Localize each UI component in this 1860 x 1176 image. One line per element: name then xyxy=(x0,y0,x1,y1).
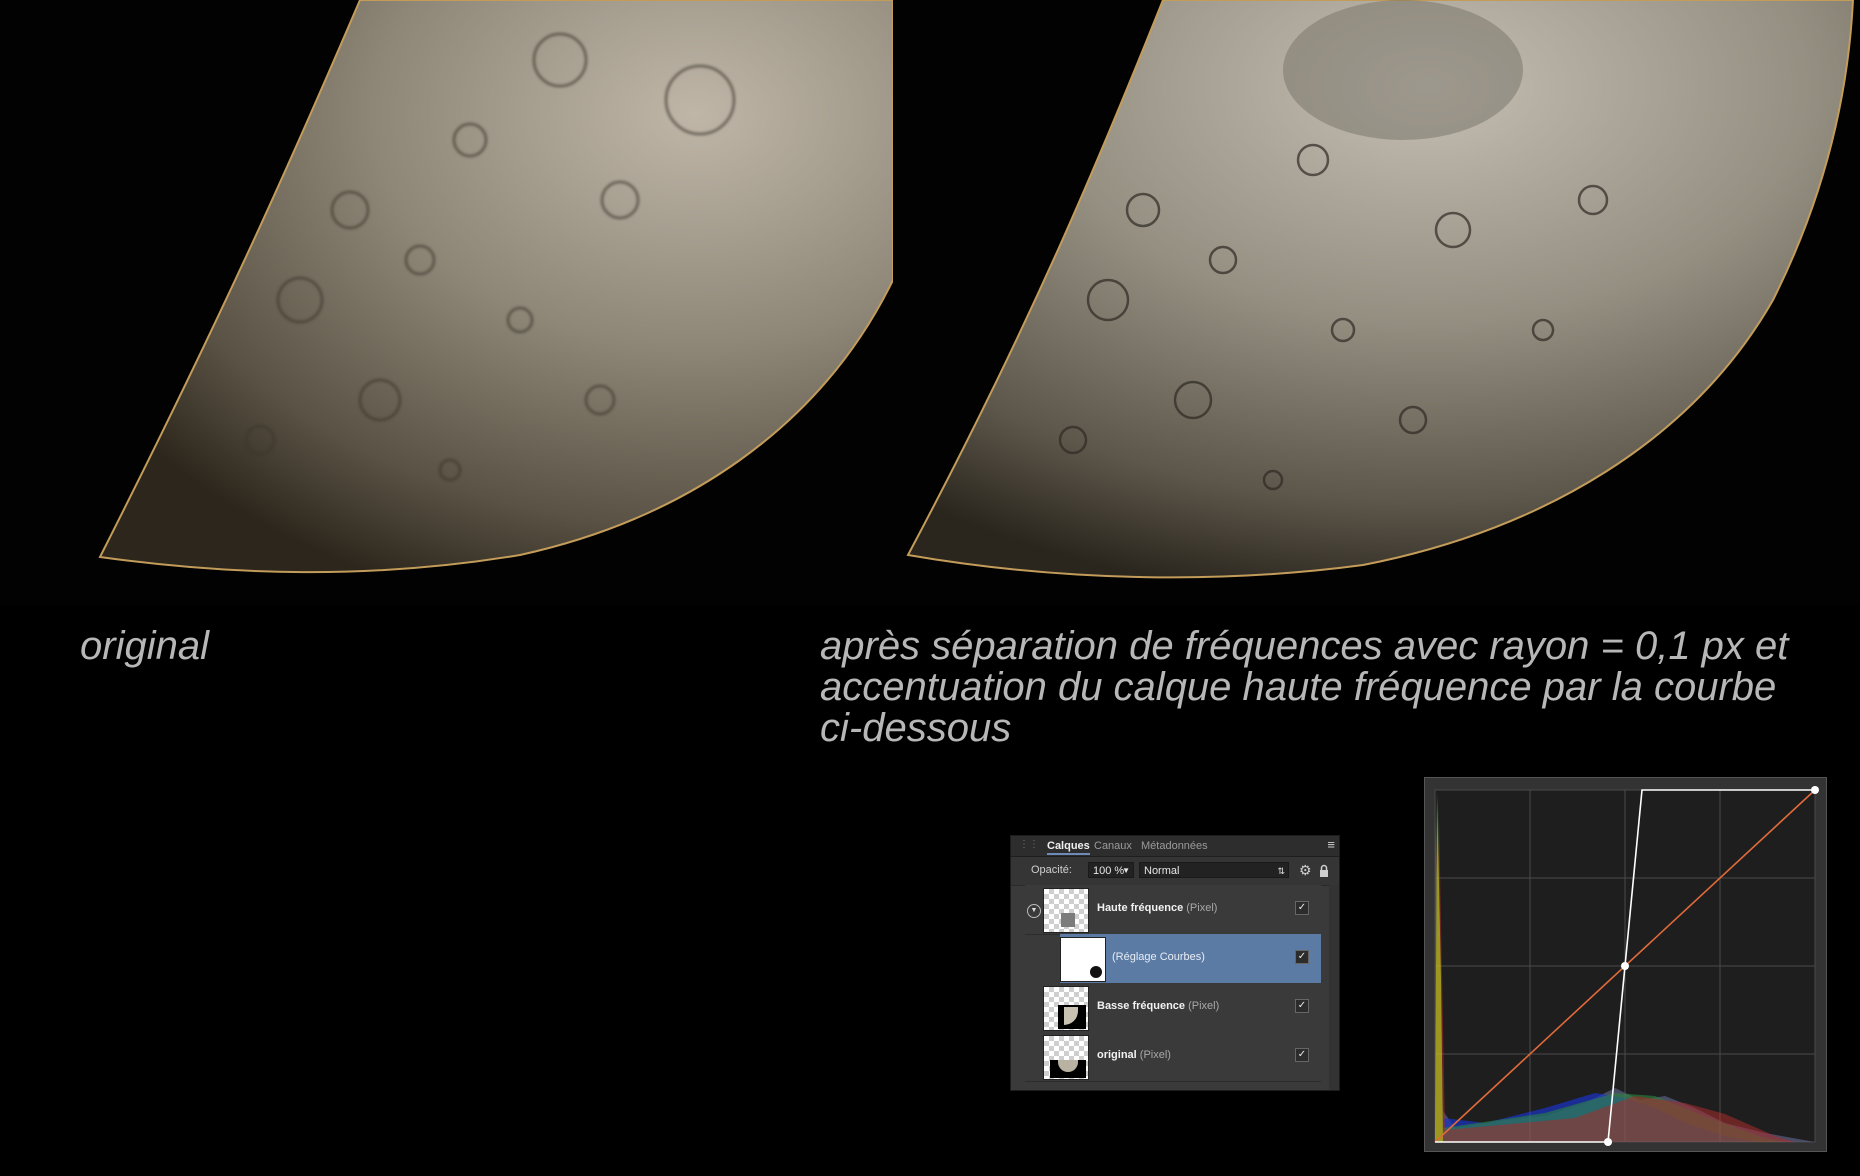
lock-icon[interactable] xyxy=(1318,864,1330,878)
visibility-checkbox[interactable]: ✓ xyxy=(1295,1048,1309,1062)
opacity-row: Opacité: 100 % ▼ Normal ⇅ ⚙ xyxy=(1011,857,1339,886)
layer-row-haute-frequence[interactable]: ▼ Haute fréquence (Pixel) ✓ xyxy=(1025,885,1321,935)
layer-thumbnail xyxy=(1043,1035,1089,1080)
updown-icon: ⇅ xyxy=(1277,866,1285,876)
curve-point[interactable] xyxy=(1604,1138,1612,1146)
moon-photo-processed xyxy=(893,0,1860,605)
caption-processed: après séparation de fréquences avec rayo… xyxy=(820,626,1788,749)
chevron-down-icon: ▼ xyxy=(1122,866,1130,875)
curve-point[interactable] xyxy=(1811,786,1819,794)
panel-tabs: ⋮⋮ Calques Canaux Métadonnées ≡ xyxy=(1011,836,1339,857)
blend-mode-select[interactable]: Normal ⇅ xyxy=(1139,862,1289,878)
layer-row-basse-frequence[interactable]: Basse fréquence (Pixel) ✓ xyxy=(1025,983,1321,1033)
curves-graph[interactable] xyxy=(1425,778,1826,1151)
opacity-label: Opacité: xyxy=(1031,864,1072,876)
grip-icon[interactable]: ⋮⋮ xyxy=(1019,839,1039,850)
layer-name: (Réglage Courbes) xyxy=(1112,951,1205,963)
opacity-value: 100 % xyxy=(1093,865,1125,877)
tab-calques[interactable]: Calques xyxy=(1047,840,1090,855)
layer-label: Haute fréquence xyxy=(1097,902,1184,914)
layer-type: (Pixel) xyxy=(1186,902,1218,914)
caption-line: ci-dessous xyxy=(820,706,1012,750)
curve-point[interactable] xyxy=(1621,962,1629,970)
layer-type: (Pixel) xyxy=(1188,1000,1220,1012)
layer-name: Haute fréquence (Pixel) xyxy=(1097,902,1217,914)
scrollbar[interactable] xyxy=(1329,885,1339,1090)
caption-line: accentuation du calque haute fréquence p… xyxy=(820,665,1777,709)
visibility-checkbox[interactable]: ✓ xyxy=(1295,950,1309,964)
layer-label: (Réglage Courbes) xyxy=(1112,951,1205,963)
caption-line: après séparation de fréquences avec rayo… xyxy=(820,624,1789,668)
visibility-checkbox[interactable]: ✓ xyxy=(1295,999,1309,1013)
gear-icon[interactable]: ⚙ xyxy=(1299,862,1312,879)
tab-canaux[interactable]: Canaux xyxy=(1094,840,1132,852)
tab-metadonnees[interactable]: Métadonnées xyxy=(1141,840,1208,852)
layer-name: Basse fréquence (Pixel) xyxy=(1097,1000,1219,1012)
moon-photo-original xyxy=(0,0,893,605)
layer-name: original (Pixel) xyxy=(1097,1049,1171,1061)
expand-icon[interactable]: ▼ xyxy=(1027,904,1041,918)
layer-row-reglage-courbes[interactable]: (Réglage Courbes) ✓ xyxy=(1060,934,1321,984)
blend-mode-value: Normal xyxy=(1144,865,1180,877)
layer-row-original[interactable]: original (Pixel) ✓ xyxy=(1025,1032,1321,1082)
panel-menu-icon[interactable]: ≡ xyxy=(1327,837,1335,852)
layer-thumbnail xyxy=(1043,888,1089,933)
layer-label: Basse fréquence xyxy=(1097,1000,1186,1012)
layer-thumbnail xyxy=(1043,986,1089,1031)
caption-original: original xyxy=(80,624,209,668)
layer-thumbnail xyxy=(1060,937,1106,982)
layer-label: original xyxy=(1097,1049,1137,1061)
layers-panel: ⋮⋮ Calques Canaux Métadonnées ≡ Opacité:… xyxy=(1010,835,1340,1091)
layer-type: (Pixel) xyxy=(1139,1049,1171,1061)
opacity-field[interactable]: 100 % ▼ xyxy=(1088,862,1134,878)
curves-panel xyxy=(1424,777,1827,1152)
visibility-checkbox[interactable]: ✓ xyxy=(1295,901,1309,915)
